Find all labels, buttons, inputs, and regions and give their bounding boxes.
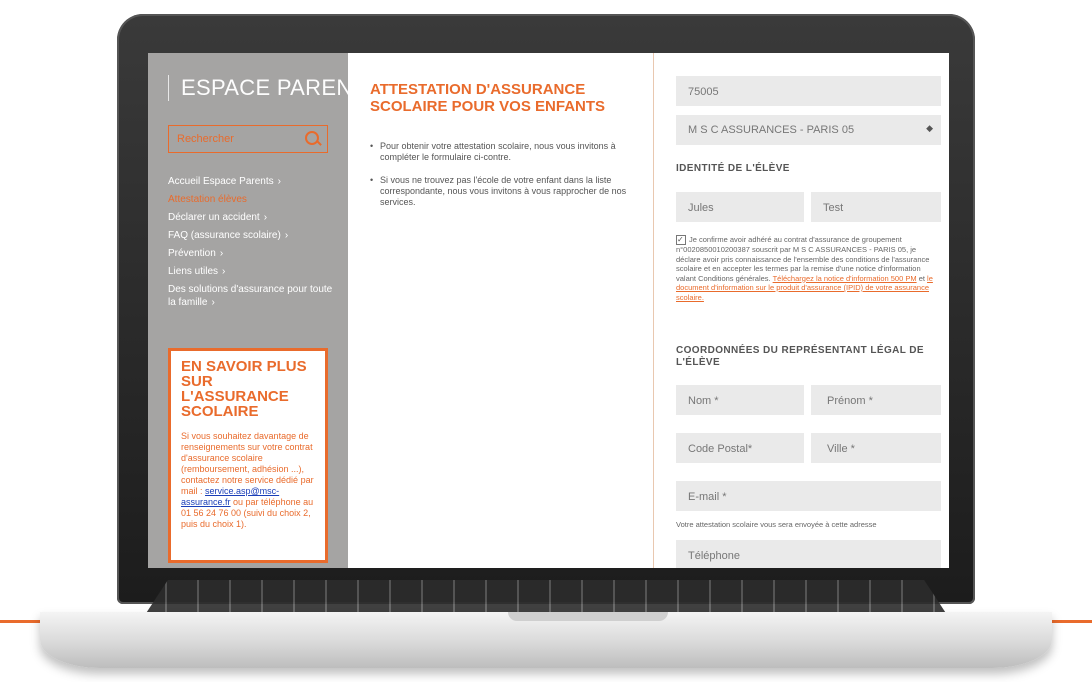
nav-item-accident[interactable]: Déclarer un accident ›: [168, 211, 338, 224]
laptop-notch: [508, 612, 668, 621]
representative-section-title: COORDONNÉES DU REPRÉSENTANT LÉGAL DE L'É…: [676, 345, 924, 368]
email-field[interactable]: E-mail *: [676, 481, 941, 511]
nav-item-attestation[interactable]: Attestation élèves: [168, 193, 338, 206]
postal-code-school-field[interactable]: 75005: [676, 76, 941, 106]
page-title: ATTESTATION D'ASSURANCE SCOLAIRE POUR VO…: [370, 81, 606, 115]
agency-select[interactable]: M S C ASSURANCES - PARIS 05 ◆: [676, 115, 941, 145]
search-icon[interactable]: [305, 131, 319, 145]
instruction-item: Pour obtenir votre attestation scolaire,…: [370, 141, 640, 163]
instruction-item: Si vous ne trouvez pas l'école de votre …: [370, 175, 640, 208]
chevron-right-icon: ›: [277, 176, 281, 187]
student-firstname-field[interactable]: Jules: [676, 192, 804, 222]
nav-item-famille[interactable]: Des solutions d'assurance pour toute la …: [168, 283, 338, 309]
instructions-list: Pour obtenir votre attestation scolaire,…: [370, 141, 640, 220]
laptop-base: [40, 612, 1052, 668]
nav-item-faq[interactable]: FAQ (assurance scolaire) ›: [168, 229, 338, 242]
student-lastname-field[interactable]: Test: [811, 192, 941, 222]
search-box[interactable]: Rechercher: [168, 125, 328, 153]
chevron-right-icon: ›: [211, 297, 215, 308]
sidebar-nav: Accueil Espace Parents › Attestation élèv…: [168, 175, 338, 314]
consent-checkbox[interactable]: ✓: [676, 235, 686, 245]
laptop-screen: ESPACE PARENTS Rechercher Accueil Espace…: [148, 53, 949, 568]
intro-column: ATTESTATION D'ASSURANCE SCOLAIRE POUR VO…: [348, 53, 654, 568]
chevron-right-icon: ›: [222, 266, 226, 277]
consent-block: ✓ Je confirme avoir adhéré au contrat d'a…: [676, 235, 933, 302]
student-section-title: IDENTITÉ DE L'ÉLÈVE: [676, 163, 790, 174]
nav-item-liens[interactable]: Liens utiles ›: [168, 265, 338, 278]
info-promo-box: EN SAVOIR PLUS SUR L'ASSURANCE SCOLAIRE …: [168, 348, 328, 563]
nav-item-accueil[interactable]: Accueil Espace Parents ›: [168, 175, 338, 188]
email-helper-text: Votre attestation scolaire vous sera env…: [676, 520, 877, 529]
select-arrows-icon: ◆: [926, 123, 933, 133]
postal-code-field[interactable]: Code Postal*: [676, 433, 804, 463]
city-field[interactable]: Ville *: [811, 433, 941, 463]
notice-download-link[interactable]: Téléchargez la notice d'information 500 …: [773, 274, 917, 283]
promo-text: Si vous souhaitez davantage de renseigne…: [181, 431, 314, 529]
chevron-right-icon: ›: [284, 230, 289, 241]
chevron-right-icon: ›: [219, 248, 224, 259]
representative-lastname-field[interactable]: Nom *: [676, 385, 804, 415]
chevron-right-icon: ›: [263, 212, 268, 223]
nav-item-prevention[interactable]: Prévention ›: [168, 247, 338, 260]
promo-title: EN SAVOIR PLUS SUR L'ASSURANCE SCOLAIRE: [181, 358, 307, 420]
attestation-form: 75005 M S C ASSURANCES - PARIS 05 ◆ IDENT…: [654, 53, 949, 568]
sidebar: ESPACE PARENTS Rechercher Accueil Espace…: [148, 53, 381, 568]
search-input[interactable]: Rechercher: [177, 133, 234, 145]
phone-field[interactable]: Téléphone: [676, 540, 941, 568]
representative-firstname-field[interactable]: Prénom *: [811, 385, 941, 415]
